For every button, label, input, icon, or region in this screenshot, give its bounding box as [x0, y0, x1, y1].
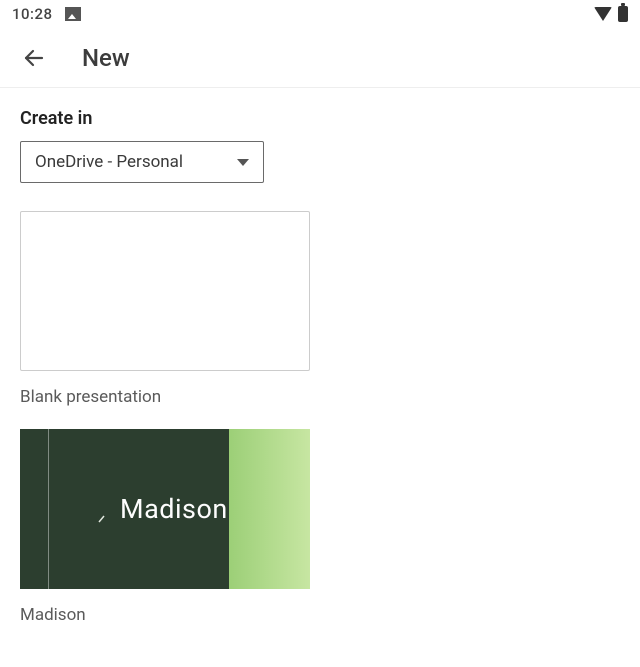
accent-icon: [98, 508, 110, 510]
create-in-label: Create in: [20, 108, 620, 129]
battery-icon: [618, 6, 628, 22]
template-label: Blank presentation: [20, 387, 312, 407]
template-thumb-madison[interactable]: Madison: [20, 429, 310, 589]
template-blank: Blank presentation: [20, 211, 312, 407]
template-label: Madison: [20, 605, 312, 625]
status-time: 10:28: [12, 5, 53, 23]
content-area: Create in OneDrive - Personal Blank pres…: [0, 88, 640, 667]
template-thumb-text: Madison: [120, 493, 228, 525]
back-button[interactable]: [20, 44, 48, 72]
status-bar: 10:28: [0, 0, 640, 28]
page-title: New: [82, 44, 130, 72]
picture-icon: [65, 7, 81, 21]
templates-list: Blank presentation Madison Madison: [20, 211, 620, 625]
chevron-down-icon: [237, 159, 249, 166]
app-header: New: [0, 28, 640, 88]
create-in-dropdown[interactable]: OneDrive - Personal: [20, 141, 264, 183]
dropdown-selected: OneDrive - Personal: [35, 152, 183, 172]
arrow-left-icon: [22, 46, 46, 70]
wifi-icon: [594, 7, 612, 21]
template-thumb-blank[interactable]: [20, 211, 310, 371]
template-madison: Madison Madison: [20, 429, 312, 625]
